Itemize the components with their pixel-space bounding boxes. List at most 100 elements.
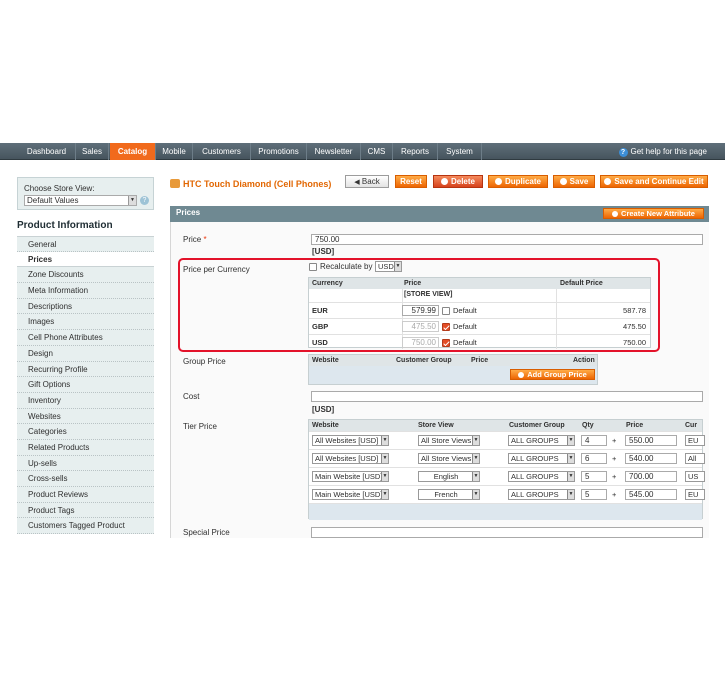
store-view-value: Default Values (27, 196, 79, 205)
delete-button[interactable]: Delete (433, 175, 483, 188)
store-view-select[interactable]: All Store Views ▼ (418, 453, 480, 464)
customer-group-select[interactable]: ALL GROUPS ▼ (508, 489, 575, 500)
header-website: Website (312, 357, 339, 364)
header-action: Action (573, 357, 595, 364)
tab-cell-phone-attributes[interactable]: Cell Phone Attributes (17, 330, 154, 346)
currency-select[interactable]: US (685, 471, 705, 482)
customer-group-value: ALL GROUPS (511, 490, 559, 499)
help-link[interactable]: ? Get help for this page (618, 143, 707, 160)
page-title-text: HTC Touch Diamond (Cell Phones) (183, 179, 332, 189)
tier-price-input[interactable]: 540.00 (625, 453, 677, 464)
back-label: Back (361, 177, 380, 186)
tab-cross-sells[interactable]: Cross-sells (17, 471, 154, 487)
tab-general[interactable]: General (17, 236, 154, 252)
plus-icon (518, 372, 525, 378)
nav-cms[interactable]: CMS (361, 143, 393, 160)
qty-input[interactable]: 5 (581, 471, 607, 482)
tab-descriptions[interactable]: Descriptions (17, 298, 154, 315)
plus-sign: + (612, 490, 617, 499)
tier-price-input[interactable]: 700.00 (625, 471, 677, 482)
header-price: Price (626, 422, 644, 429)
nav-customers[interactable]: Customers (193, 143, 251, 160)
currency-value: All (688, 454, 697, 463)
chevron-down-icon: ▼ (567, 490, 574, 499)
tier-row: Main Website [USD] ▼ English ▼ ALL GROUPS ▼… (309, 467, 705, 485)
prices-section-title: Prices (176, 208, 201, 217)
website-select[interactable]: All Websites [USD] ▼ (312, 435, 389, 446)
customer-group-select[interactable]: ALL GROUPS ▼ (508, 453, 575, 464)
store-view-select[interactable]: All Store Views ▼ (418, 435, 480, 446)
store-view-select[interactable]: Default Values ▼ (24, 195, 137, 206)
header-customer-group: Customer Group (396, 357, 452, 364)
tab-zone-discounts[interactable]: Zone Discounts (17, 267, 154, 284)
nav-promotions[interactable]: Promotions (251, 143, 307, 160)
tab-images[interactable]: Images (17, 314, 154, 331)
tab-related-products[interactable]: Related Products (17, 439, 154, 456)
qty-input[interactable]: 5 (581, 489, 607, 500)
website-select[interactable]: All Websites [USD] ▼ (312, 453, 389, 464)
tier-price-input[interactable]: 550.00 (625, 435, 677, 446)
nav-mobile[interactable]: Mobile (156, 143, 193, 160)
tier-price-grid: Website Store View Customer Group Qty Pr… (308, 419, 705, 520)
website-select[interactable]: Main Website [USD] ▼ (312, 471, 389, 482)
nav-sales[interactable]: Sales (76, 143, 109, 160)
question-icon[interactable]: ? (140, 196, 149, 205)
duplicate-label: Duplicate (504, 177, 541, 186)
chevron-down-icon: ▼ (128, 196, 136, 205)
duplicate-button[interactable]: Duplicate (488, 175, 548, 188)
website-select[interactable]: Main Website [USD] ▼ (312, 489, 389, 500)
tab-meta-information[interactable]: Meta Information (17, 283, 154, 299)
store-view-select[interactable]: English ▼ (418, 471, 480, 482)
customer-group-value: ALL GROUPS (511, 472, 559, 481)
tier-price-input[interactable]: 545.00 (625, 489, 677, 500)
plus-sign: + (612, 472, 617, 481)
tab-inventory[interactable]: Inventory (17, 392, 154, 409)
reset-button[interactable]: Reset (395, 175, 427, 188)
product-icon (170, 179, 180, 188)
add-group-price-label: Add Group Price (527, 370, 587, 379)
tab-product-tags[interactable]: Product Tags (17, 502, 154, 519)
customer-group-value: ALL GROUPS (511, 454, 559, 463)
tab-customers-tagged-product[interactable]: Customers Tagged Product (17, 518, 154, 535)
currency-select[interactable]: All (685, 453, 705, 464)
admin-frame: Dashboard Sales Catalog Mobile Customers… (0, 143, 725, 538)
tab-gift-options[interactable]: Gift Options (17, 377, 154, 393)
add-group-price-button[interactable]: Add Group Price (510, 369, 595, 380)
qty-input[interactable]: 6 (581, 453, 607, 464)
back-button[interactable]: ◀ Back (345, 175, 389, 188)
help-icon: ? (618, 148, 628, 157)
chevron-down-icon: ▼ (472, 454, 479, 463)
tab-prices[interactable]: Prices (17, 251, 154, 268)
tab-design[interactable]: Design (17, 345, 154, 362)
tab-websites[interactable]: Websites (17, 408, 154, 425)
cost-input[interactable] (311, 391, 703, 402)
tier-price-header: Website Store View Customer Group Qty Pr… (309, 420, 702, 431)
store-switcher-label: Choose Store View: (24, 184, 95, 193)
nav-newsletter[interactable]: Newsletter (307, 143, 361, 160)
currency-select[interactable]: EU (685, 435, 705, 446)
special-price-input[interactable] (311, 527, 703, 538)
required-mark: * (203, 235, 207, 244)
header-currency: Cur (685, 422, 698, 429)
customer-group-select[interactable]: ALL GROUPS ▼ (508, 435, 575, 446)
create-attribute-button[interactable]: Create New Attribute (603, 208, 704, 219)
nav-catalog[interactable]: Catalog (110, 143, 156, 160)
store-view-select[interactable]: French ▼ (418, 489, 480, 500)
tab-recurring-profile[interactable]: Recurring Profile (17, 361, 154, 378)
store-view-value: English (433, 472, 459, 481)
customer-group-select[interactable]: ALL GROUPS ▼ (508, 471, 575, 482)
tier-price-label: Tier Price (183, 422, 217, 431)
website-value: Main Website [USD] (315, 472, 383, 481)
tab-categories[interactable]: Categories (17, 424, 154, 440)
currency-select[interactable]: EU (685, 489, 705, 500)
chevron-down-icon: ▼ (472, 472, 479, 481)
tab-product-reviews[interactable]: Product Reviews (17, 487, 154, 503)
nav-system[interactable]: System (438, 143, 482, 160)
nav-dashboard[interactable]: Dashboard (18, 143, 76, 160)
save-button[interactable]: Save (553, 175, 595, 188)
tab-up-sells[interactable]: Up-sells (17, 455, 154, 472)
price-input[interactable]: 750.00 (311, 234, 703, 245)
nav-reports[interactable]: Reports (393, 143, 438, 160)
qty-input[interactable]: 4 (581, 435, 607, 446)
save-continue-button[interactable]: Save and Continue Edit (600, 175, 708, 188)
